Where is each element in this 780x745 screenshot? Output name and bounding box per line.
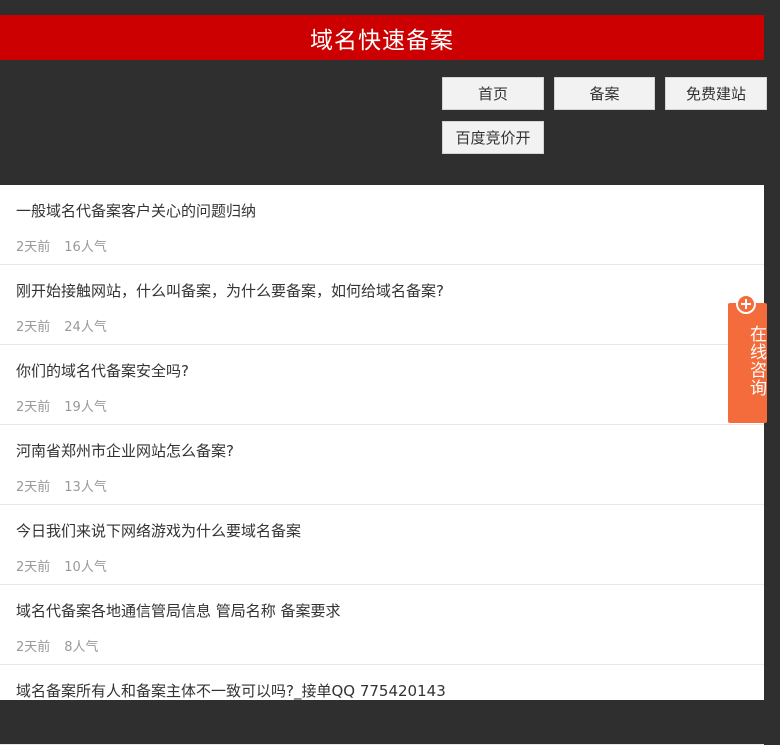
- online-consult-button[interactable]: 在线咨询: [728, 294, 767, 423]
- article-time: 2天前: [16, 240, 51, 255]
- article-title[interactable]: 今日我们来说下网络游戏为什么要域名备案: [16, 520, 301, 541]
- article-meta: 2天前 19人气: [16, 396, 121, 415]
- nav-free-site-button[interactable]: 免费建站: [665, 77, 767, 110]
- article-title[interactable]: 刚开始接触网站，什么叫备案，为什么要备案，如何给域名备案?: [16, 280, 444, 301]
- article-time: 2天前: [16, 560, 51, 575]
- list-item[interactable]: 今日我们来说下网络游戏为什么要域名备案 2天前 10人气: [0, 505, 764, 585]
- article-meta: 2天前 13人气: [16, 476, 121, 495]
- article-views: 19人气: [64, 400, 107, 415]
- list-item[interactable]: 河南省郑州市企业网站怎么备案? 2天前 13人气: [0, 425, 764, 505]
- list-item[interactable]: 一般域名代备案客户关心的问题归纳 2天前 16人气: [0, 185, 764, 265]
- article-title[interactable]: 域名代备案各地通信管局信息 管局名称 备案要求: [16, 600, 341, 621]
- article-meta: 2天前 24人气: [16, 316, 121, 335]
- nav-beian-button[interactable]: 备案: [554, 77, 655, 110]
- list-item[interactable]: 刚开始接触网站，什么叫备案，为什么要备案，如何给域名备案? 2天前 24人气: [0, 265, 764, 345]
- article-views: 8人气: [64, 640, 99, 655]
- nav-baidu-bid-button[interactable]: 百度竞价开: [442, 121, 544, 154]
- article-time: 2天前: [16, 640, 51, 655]
- list-item[interactable]: 域名备案所有人和备案主体不一致可以吗?_接单QQ 775420143: [0, 665, 764, 745]
- nav-home-button[interactable]: 首页: [442, 77, 544, 110]
- article-views: 16人气: [64, 240, 107, 255]
- article-title[interactable]: 域名备案所有人和备案主体不一致可以吗?_接单QQ 775420143: [16, 680, 446, 701]
- article-views: 13人气: [64, 480, 107, 495]
- article-views: 10人气: [64, 560, 107, 575]
- article-meta: 2天前 10人气: [16, 556, 121, 575]
- list-item[interactable]: 域名代备案各地通信管局信息 管局名称 备案要求 2天前 8人气: [0, 585, 764, 665]
- article-meta: 2天前 16人气: [16, 236, 121, 255]
- plus-circle-icon: [736, 294, 756, 314]
- article-time: 2天前: [16, 400, 51, 415]
- article-title[interactable]: 河南省郑州市企业网站怎么备案?: [16, 440, 234, 461]
- online-consult-label: 在线咨询: [746, 325, 766, 397]
- article-views: 24人气: [64, 320, 107, 335]
- article-title[interactable]: 你们的域名代备案安全吗?: [16, 360, 189, 381]
- article-list: 一般域名代备案客户关心的问题归纳 2天前 16人气 刚开始接触网站，什么叫备案，为…: [0, 185, 764, 745]
- site-title: 域名快速备案: [310, 27, 454, 54]
- list-item[interactable]: 你们的域名代备案安全吗? 2天前 19人气: [0, 345, 764, 425]
- article-time: 2天前: [16, 480, 51, 495]
- article-meta: 2天前 8人气: [16, 636, 113, 655]
- article-title[interactable]: 一般域名代备案客户关心的问题归纳: [16, 200, 256, 221]
- article-time: 2天前: [16, 320, 51, 335]
- site-header: 域名快速备案: [0, 15, 764, 60]
